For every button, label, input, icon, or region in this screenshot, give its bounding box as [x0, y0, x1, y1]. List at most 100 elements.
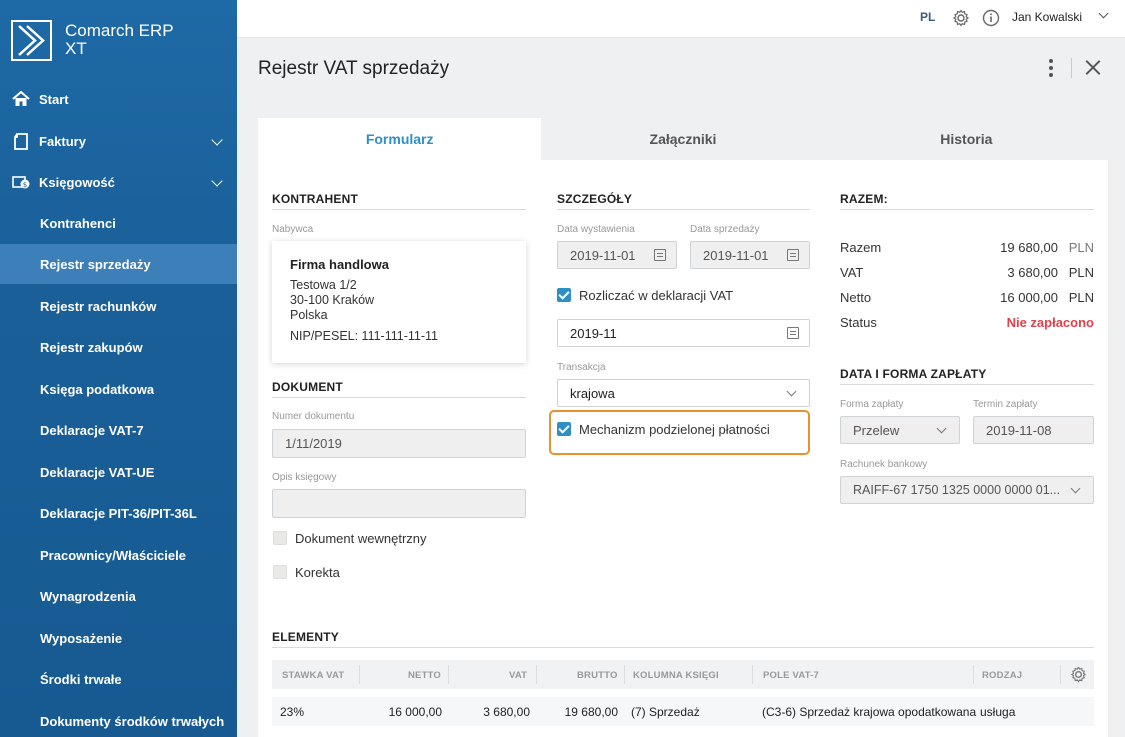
buyer-address-line2: 30-100 Kraków	[290, 293, 375, 307]
sidebar-item-label: Kontrahenci	[40, 215, 116, 231]
sidebar-item-start[interactable]: Start	[0, 79, 237, 119]
summary-value: 19 680,00	[1000, 240, 1058, 255]
calendar-icon[interactable]	[787, 327, 799, 339]
sidebar-item-pracownicy[interactable]: Pracownicy/Właściciele	[0, 535, 237, 575]
column-header-netto[interactable]: NETTO	[408, 670, 441, 681]
split-payment-checkbox[interactable]	[557, 422, 571, 436]
buyer-card[interactable]: Firma handlowa Testowa 1/2 30-100 Kraków…	[272, 241, 526, 363]
sidebar-item-dokumenty-srodkow[interactable]: Dokumenty środków trwałych	[0, 701, 237, 737]
sidebar-item-wynagrodzenia[interactable]: Wynagrodzenia	[0, 576, 237, 616]
app-name-line2: XT	[65, 39, 87, 58]
sidebar-item-ksiega-podatkowa[interactable]: Księga podatkowa	[0, 369, 237, 409]
sidebar-item-label: Faktury	[39, 133, 86, 149]
sidebar-item-label: Księga podatkowa	[40, 381, 155, 397]
cell-brutto: 19 680,00	[564, 705, 618, 719]
vat-settle-checkbox[interactable]	[557, 288, 571, 302]
chevron-down-icon	[211, 175, 223, 187]
section-divider	[272, 209, 526, 210]
sidebar-item-kontrahenci[interactable]: Kontrahenci	[0, 203, 237, 243]
language-switch[interactable]: PL	[920, 10, 935, 24]
sidebar-item-rejestr-rachunkow[interactable]: Rejestr rachunków	[0, 286, 237, 326]
more-options-icon[interactable]	[1046, 59, 1056, 77]
sidebar-item-srodki-trwale[interactable]: Środki trwałe	[0, 659, 237, 699]
tab-bar: Formularz Załączniki Historia	[258, 118, 1108, 160]
sale-date-input[interactable]: 2019-11-01	[690, 241, 810, 269]
sidebar-item-rejestr-sprzedazy[interactable]: Rejestr sprzedaży	[0, 244, 237, 284]
section-divider	[840, 209, 1094, 210]
accounting-description-input[interactable]	[272, 489, 526, 518]
issue-date-value: 2019-11-01	[570, 247, 636, 263]
calendar-icon[interactable]	[654, 249, 666, 261]
sidebar-item-label: Pracownicy/Właściciele	[40, 547, 186, 563]
column-header-pole-vat-7[interactable]: POLE VAT-7	[763, 670, 819, 681]
section-title-szczegoly: SZCZEGÓŁY	[557, 192, 633, 206]
chevron-down-icon	[1070, 483, 1081, 494]
issue-date-input[interactable]: 2019-11-01	[557, 241, 677, 269]
sidebar-item-faktury[interactable]: Faktury	[0, 121, 237, 161]
summary-label: Netto	[840, 290, 872, 305]
sidebar-item-ksiegowosc[interactable]: $ Księgowość	[0, 162, 237, 202]
column-header-stawka-vat[interactable]: STAWKA VAT	[282, 670, 344, 681]
correction-label: Korekta	[295, 565, 340, 580]
app-name-line1: Comarch ERP	[65, 21, 174, 40]
payment-form-select[interactable]: Przelew	[840, 416, 960, 444]
summary-currency: PLN	[1068, 240, 1094, 255]
tab-formularz[interactable]: Formularz	[258, 118, 542, 160]
document-number-label: Numer dokumentu	[272, 411, 355, 422]
column-header-kolumna-ksiegi[interactable]: KOLUMNA KSIĘGI	[633, 670, 719, 681]
split-payment-label: Mechanizm podzielonej płatności	[579, 422, 770, 437]
close-icon[interactable]	[1083, 57, 1103, 77]
tab-zalaczniki[interactable]: Załączniki	[541, 118, 824, 160]
calendar-icon[interactable]	[787, 249, 799, 261]
cell-netto: 16 000,00	[388, 705, 442, 719]
transaction-select[interactable]: krajowa	[557, 379, 810, 407]
payment-due-input[interactable]: 2019-11-08	[973, 416, 1094, 444]
summary-value: 3 680,00	[1007, 265, 1058, 280]
buyer-name: Firma handlowa	[290, 257, 389, 272]
section-divider	[840, 384, 1094, 385]
correction-checkbox[interactable]	[273, 565, 287, 579]
status-badge: Nie zapłacono	[1006, 315, 1094, 330]
summary-row-status: Status Nie zapłacono	[840, 315, 1094, 331]
chevron-down-icon	[936, 423, 947, 434]
vat-period-value: 2019-11	[570, 325, 617, 341]
app-logo[interactable]: Comarch ERP XT	[0, 0, 237, 80]
sidebar-item-rejestr-zakupow[interactable]: Rejestr zakupów	[0, 327, 237, 367]
sidebar-item-wyposazenie[interactable]: Wyposażenie	[0, 618, 237, 658]
section-title-kontrahent: KONTRAHENT	[272, 192, 358, 206]
top-bar: PL Jan Kowalski	[237, 0, 1125, 38]
transaction-label: Transakcja	[557, 362, 606, 373]
chevron-down-icon[interactable]	[1098, 8, 1109, 19]
sidebar-item-label: Wynagrodzenia	[40, 588, 136, 604]
payment-form-label: Forma zapłaty	[840, 399, 904, 410]
sidebar-item-deklaracje-vat-ue[interactable]: Deklaracje VAT-UE	[0, 452, 237, 492]
section-divider	[557, 209, 810, 210]
sidebar-item-label: Deklaracje VAT-7	[40, 422, 144, 438]
settings-gear-icon[interactable]	[952, 9, 970, 30]
accounting-description-label: Opis księgowy	[272, 472, 337, 483]
buyer-label: Nabywca	[272, 224, 314, 235]
info-icon[interactable]	[982, 9, 1000, 30]
vat-period-input[interactable]: 2019-11	[557, 319, 810, 347]
column-header-brutto[interactable]: BRUTTO	[577, 670, 618, 681]
sale-date-label: Data sprzedaży	[690, 224, 760, 235]
issue-date-label: Data wystawienia	[557, 224, 635, 235]
sidebar-item-label: Start	[39, 91, 69, 107]
column-header-rodzaj[interactable]: RODZAJ	[982, 670, 1022, 681]
bank-account-select[interactable]: RAIFF-67 1750 1325 0000 0000 01...	[840, 476, 1094, 504]
summary-label: Razem	[840, 240, 882, 255]
document-number-input[interactable]: 1/11/2019	[272, 429, 526, 458]
cell-vat: 3 680,00	[483, 705, 530, 719]
sidebar-item-label: Rejestr zakupów	[40, 339, 143, 355]
sidebar: Comarch ERP XT Start Faktury $ Księgowoś…	[0, 0, 237, 737]
sidebar-item-deklaracje-pit[interactable]: Deklaracje PIT-36/PIT-36L	[0, 493, 237, 533]
column-header-vat[interactable]: VAT	[509, 670, 527, 681]
table-row[interactable]: 23% 16 000,00 3 680,00 19 680,00 (7) Spr…	[272, 697, 1094, 726]
section-divider	[272, 647, 1094, 648]
column-divider	[752, 665, 753, 684]
internal-document-checkbox[interactable]	[273, 531, 287, 545]
table-settings-gear-icon[interactable]	[1070, 666, 1087, 686]
user-name[interactable]: Jan Kowalski	[1012, 10, 1082, 24]
sidebar-item-deklaracje-vat-7[interactable]: Deklaracje VAT-7	[0, 410, 237, 450]
tab-historia[interactable]: Historia	[825, 118, 1108, 160]
